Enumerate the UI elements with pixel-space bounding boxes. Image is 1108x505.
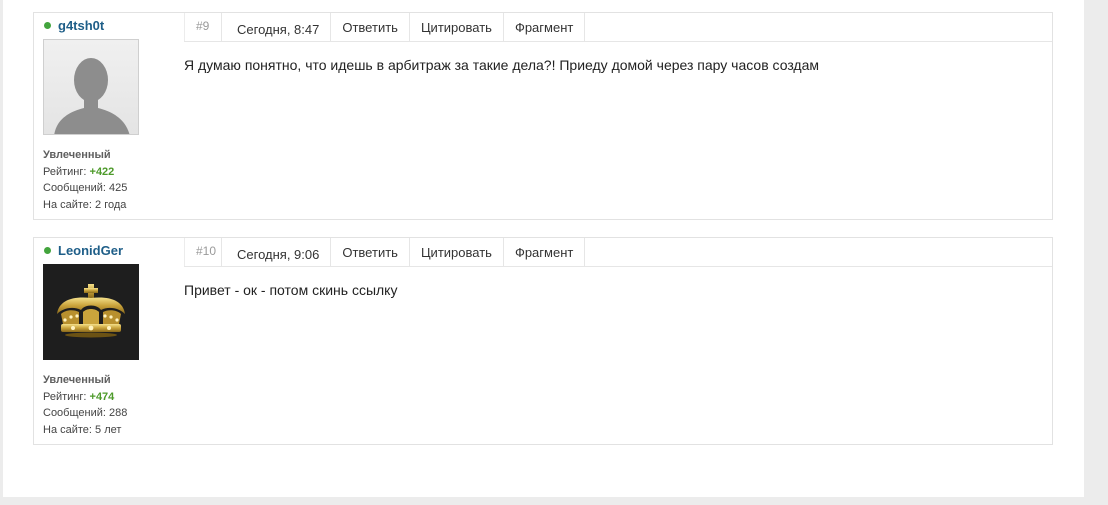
user-rating: Рейтинг: +422 [43, 164, 127, 181]
default-avatar-silhouette-icon [54, 58, 130, 134]
rating-value: +474 [89, 390, 115, 403]
site-value: 5 лет [95, 423, 122, 436]
site-label: На сайте: [43, 423, 92, 436]
forum-post: g4tsh0t Увлеченный Рейтинг: +422 Сообщен… [33, 12, 1053, 220]
messages-value: 425 [109, 182, 128, 194]
quote-button[interactable]: Цитировать [410, 238, 504, 266]
post-author-panel: g4tsh0t Увлеченный Рейтинг: +422 Сообщен… [34, 13, 184, 219]
author-name-link[interactable]: g4tsh0t [58, 18, 104, 33]
user-messages: Сообщений: 425 [43, 180, 127, 197]
quote-button[interactable]: Цитировать [410, 13, 504, 41]
gold-crown-icon [57, 284, 125, 338]
user-membership: На сайте: 5 лет [43, 422, 127, 439]
rating-value: +422 [89, 165, 115, 178]
user-rating: Рейтинг: +474 [43, 389, 127, 406]
author-avatar[interactable] [43, 264, 139, 360]
post-header: #10 Сегодня, 9:06 Ответить Цитировать Фр… [184, 238, 1052, 267]
user-title: Увлеченный [43, 374, 111, 386]
author-stats: Увлеченный Рейтинг: +474 Сообщений: 288 … [43, 372, 127, 438]
post-number-link[interactable]: #9 [184, 13, 222, 41]
user-title: Увлеченный [43, 149, 111, 161]
messages-value: 288 [109, 407, 128, 419]
reply-button[interactable]: Ответить [331, 238, 410, 266]
author-stats: Увлеченный Рейтинг: +422 Сообщений: 425 … [43, 147, 127, 213]
author-name-row: g4tsh0t [44, 17, 104, 33]
messages-label: Сообщений: [43, 182, 106, 194]
site-label: На сайте: [43, 198, 92, 211]
post-text: Я думаю понятно, что идешь в арбитраж за… [184, 57, 820, 73]
reply-button[interactable]: Ответить [331, 13, 410, 41]
page: g4tsh0t Увлеченный Рейтинг: +422 Сообщен… [3, 0, 1084, 497]
post-author-panel: LeonidGer Увлеченный Рейтинг: +474 Сообщ… [34, 238, 184, 444]
post-header: #9 Сегодня, 8:47 Ответить Цитировать Фра… [184, 13, 1052, 42]
fragment-button[interactable]: Фрагмент [504, 238, 586, 266]
author-avatar[interactable] [43, 39, 139, 135]
author-name-row: LeonidGer [44, 242, 123, 258]
fragment-button[interactable]: Фрагмент [504, 13, 586, 41]
post-number-link[interactable]: #10 [184, 238, 222, 266]
online-status-icon [44, 21, 51, 29]
author-name-link[interactable]: LeonidGer [58, 243, 123, 258]
rating-label: Рейтинг: [43, 165, 87, 178]
user-messages: Сообщений: 288 [43, 405, 127, 422]
online-status-icon [44, 246, 51, 254]
site-value: 2 года [95, 198, 127, 211]
rating-label: Рейтинг: [43, 390, 87, 403]
user-membership: На сайте: 2 года [43, 197, 127, 214]
post-date: Сегодня, 9:06 [222, 238, 332, 266]
post-text: Привет - ок - потом скинь ссылку [184, 282, 398, 298]
forum-post: LeonidGer Увлеченный Рейтинг: +474 Сообщ… [33, 237, 1053, 445]
post-date: Сегодня, 8:47 [222, 13, 332, 41]
messages-label: Сообщений: [43, 407, 106, 419]
